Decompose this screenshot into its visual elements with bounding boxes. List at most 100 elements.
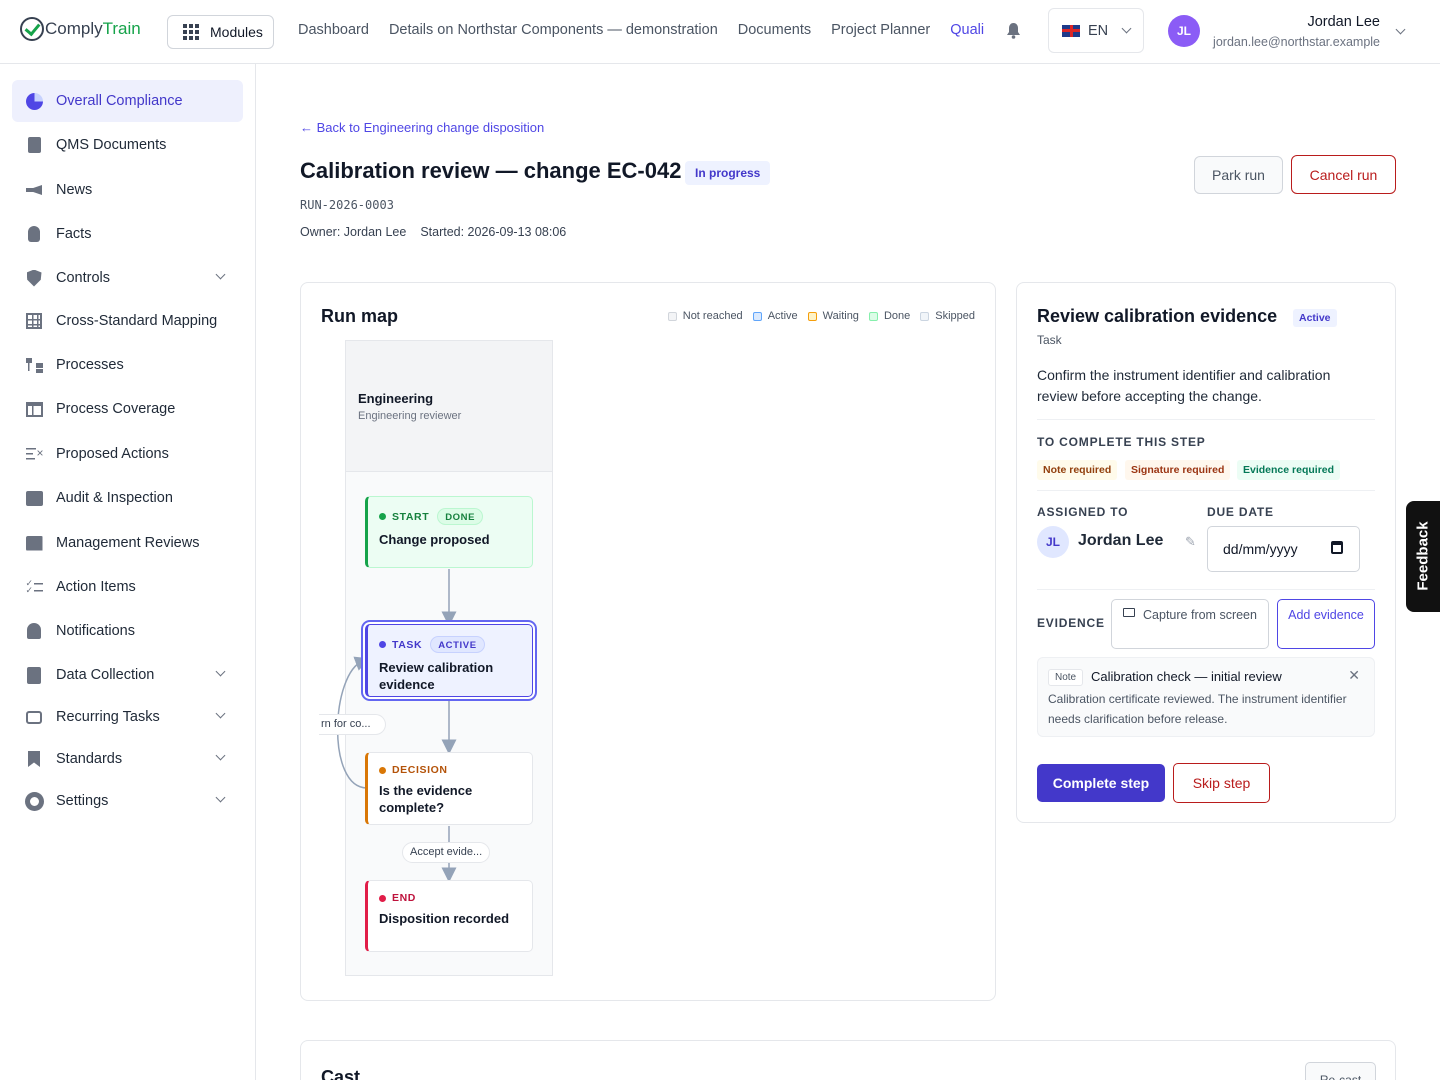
checklist-icon [25,578,43,596]
sidebar-item-label: Audit & Inspection [56,490,173,506]
run-map-node-decision[interactable]: DECISION Is the evidence complete? [365,752,533,825]
cancel-run-button[interactable]: Cancel run [1291,155,1396,194]
monitor-icon [1123,608,1136,617]
chart-icon [25,534,43,552]
swimlane-header: Engineering Engineering reviewer [346,341,552,472]
user-name[interactable]: Jordan Lee [1307,14,1380,30]
app-logo[interactable]: Comply Train [20,17,141,41]
sidebar-item-label: Notifications [56,623,135,639]
user-email: jordan.lee@northstar.example [1213,35,1380,49]
step-title: Review calibration evidence [1037,306,1278,326]
sidebar-item-standards[interactable]: Standards [12,738,243,780]
sidebar-item-data-collection[interactable]: Data Collection [12,654,243,696]
legend-label: Not reached [682,310,743,322]
skip-step-button[interactable]: Skip step [1173,763,1270,803]
sidebar-item-label: Management Reviews [56,535,200,551]
remove-evidence-close-icon[interactable]: ✕ [1348,667,1360,684]
calendar-icon[interactable] [1331,541,1343,554]
sidebar-item-proposed-actions[interactable]: Proposed Actions [12,433,243,475]
node-kind: START DONE [379,508,521,525]
sidebar-item-audit-inspection[interactable]: Audit & Inspection [12,477,243,519]
divider [1037,419,1375,420]
step-type: Task [1037,333,1062,347]
sidebar-item-label: Recurring Tasks [56,709,160,725]
legend-item: Skipped [920,310,975,322]
run-map-node-end[interactable]: END Disposition recorded [365,880,533,952]
divider [1037,490,1375,491]
chevron-down-icon [1121,23,1132,34]
legend-swatch [752,311,762,321]
audit-icon [25,489,43,507]
sidebar-item-process-coverage[interactable]: Process Coverage [12,388,243,430]
run-status-badge: In progress [685,161,771,185]
node-kind-label: DECISION [392,764,448,776]
node-state-badge: DONE [437,508,484,525]
edge-label-accept: Accept evide... [402,842,491,863]
sidebar-item-facts[interactable]: Facts [12,213,243,255]
node-kind-dot [379,513,386,520]
back-link[interactable]: ← Back to Engineering change disposition [300,120,544,135]
requirement-badge-note: Note required [1037,460,1118,480]
evidence-type-badge: Note [1048,669,1084,686]
nav-documents[interactable]: Documents [738,22,811,38]
document-icon [25,136,43,154]
sidebar-item-recurring-tasks[interactable]: Recurring Tasks [12,696,243,738]
node-kind: TASK ACTIVE [379,636,521,653]
complete-step-button[interactable]: Complete step [1037,764,1165,802]
sidebar-item-label: Data Collection [56,667,155,683]
sidebar-item-label: Controls [56,270,110,286]
node-label: Is the evidence complete? [379,783,473,815]
sidebar-item-processes[interactable]: Processes [12,344,243,386]
sidebar-item-action-items[interactable]: Action Items [12,566,243,608]
re-cast-button[interactable]: Re-cast [1305,1062,1376,1080]
nav-project-planner[interactable]: Project Planner [831,22,930,38]
sidebar-item-label: Facts [56,226,92,242]
node-kind: DECISION [379,764,521,776]
sidebar-item-label: Settings [56,793,109,809]
notifications-bell-icon[interactable] [1006,22,1021,39]
sidebar-item-notifications[interactable]: Notifications [12,610,243,652]
assignee-avatar: JL [1037,526,1069,558]
swimlane-subtitle: Engineering reviewer [358,410,462,422]
chevron-down-icon [215,750,226,761]
modules-label: Modules [210,24,263,40]
sidebar-item-cross-standard-mapping[interactable]: Cross-Standard Mapping [12,300,243,342]
repeat-icon [25,708,43,726]
legend-swatch [807,311,817,321]
user-menu-chevron-icon[interactable] [1395,24,1406,35]
node-state-badge: ACTIVE [430,636,485,653]
park-run-button[interactable]: Park run [1194,156,1283,194]
run-map-legend: Not reached Active Waiting Done Skipped [658,310,975,322]
edit-pencil-icon[interactable]: ✎ [1185,534,1196,550]
run-map-node-task[interactable]: TASK ACTIVE Review calibration evidence [365,624,533,697]
clipboard-icon [25,666,43,684]
table-icon [25,400,43,418]
sidebar-item-label: Proposed Actions [56,446,169,462]
sidebar: Overall Compliance QMS Documents News Fa… [0,64,256,1080]
language-selector[interactable]: EN [1048,8,1144,53]
due-date-input[interactable]: dd/mm/yyyy [1207,526,1360,572]
evidence-item: Note Calibration check — initial review … [1037,657,1375,737]
sidebar-item-settings[interactable]: Settings [12,780,243,822]
node-label: Review calibration evidence [379,660,494,692]
sidebar-item-management-reviews[interactable]: Management Reviews [12,522,243,564]
sidebar-item-overall-compliance[interactable]: Overall Compliance [12,80,243,122]
nav-dashboard[interactable]: Dashboard [298,22,369,38]
nav-northstar-details[interactable]: Details on Northstar Components — demons… [389,22,718,38]
feedback-tab[interactable]: Feedback [1406,501,1440,612]
sidebar-item-label: QMS Documents [56,137,167,153]
sidebar-item-qms-documents[interactable]: QMS Documents [12,124,243,166]
modules-button[interactable]: Modules [167,15,274,49]
legend-label: Waiting [822,310,859,322]
user-avatar[interactable]: JL [1168,15,1200,47]
requirement-badge-evidence: Evidence required [1237,460,1341,480]
gear-icon [25,792,43,810]
nav-quali[interactable]: Quali [950,22,984,38]
capture-label: Capture from screen [1143,608,1257,622]
run-map-node-start[interactable]: START DONE Change proposed [365,496,533,568]
capture-from-screen-button[interactable]: Capture from screen [1111,599,1269,649]
cast-card: Cast Re-cast [300,1040,1396,1080]
sidebar-item-controls[interactable]: Controls [12,257,243,299]
add-evidence-button[interactable]: Add evidence [1277,599,1375,649]
sidebar-item-news[interactable]: News [12,169,243,211]
